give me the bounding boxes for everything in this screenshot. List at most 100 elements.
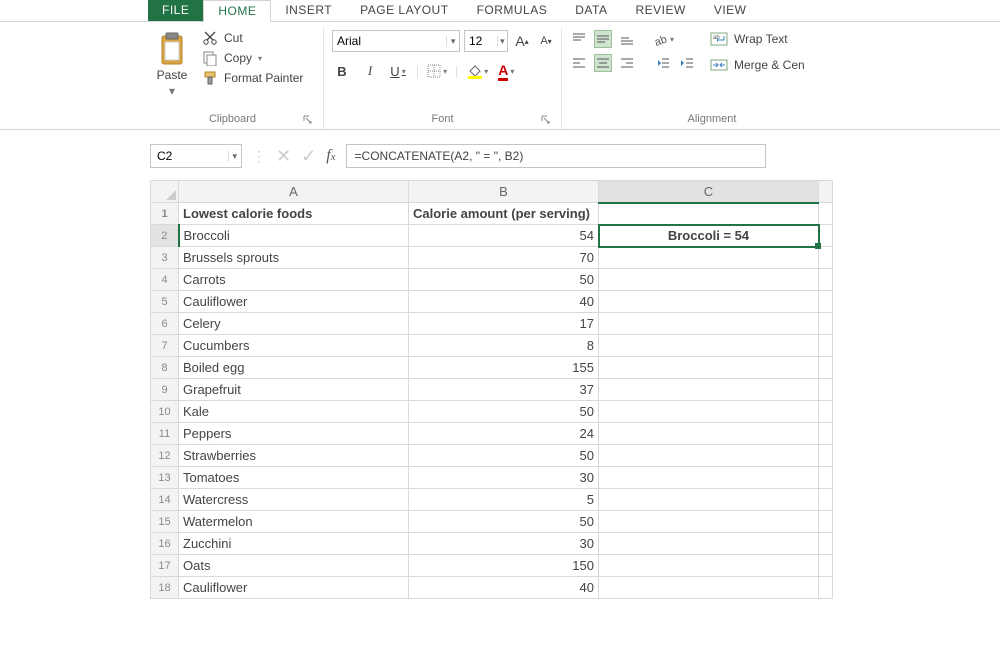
orientation-button[interactable]: ab	[654, 30, 674, 48]
cell[interactable]: 30	[409, 467, 599, 489]
tab-home[interactable]: HOME	[203, 0, 271, 22]
row-header[interactable]: 14	[151, 489, 179, 511]
cell[interactable]: Calorie amount (per serving)	[409, 203, 599, 225]
col-header-C[interactable]: C	[599, 181, 819, 203]
increase-indent-button[interactable]	[678, 54, 696, 72]
cell[interactable]	[819, 445, 833, 467]
cell[interactable]: Tomatoes	[179, 467, 409, 489]
tab-insert[interactable]: INSERT	[271, 0, 346, 21]
cell[interactable]	[599, 379, 819, 401]
col-header-A[interactable]: A	[179, 181, 409, 203]
cell[interactable]: Kale	[179, 401, 409, 423]
cell[interactable]: 5	[409, 489, 599, 511]
cell[interactable]: 54	[409, 225, 599, 247]
tab-formulas[interactable]: FORMULAS	[463, 0, 562, 21]
cell[interactable]	[599, 445, 819, 467]
row-header[interactable]: 17	[151, 555, 179, 577]
decrease-font-button[interactable]: A▾	[536, 30, 556, 52]
cell[interactable]: Grapefruit	[179, 379, 409, 401]
cell[interactable]: Zucchini	[179, 533, 409, 555]
underline-button[interactable]: U	[388, 60, 408, 82]
row-header[interactable]: 2	[151, 225, 179, 247]
cell[interactable]	[819, 467, 833, 489]
cell[interactable]	[599, 533, 819, 555]
cell[interactable]: Strawberries	[179, 445, 409, 467]
merge-center-button[interactable]: Merge & Cen	[710, 56, 805, 74]
select-all-corner[interactable]	[151, 181, 179, 203]
row-header[interactable]: 8	[151, 357, 179, 379]
cell[interactable]: Boiled egg	[179, 357, 409, 379]
align-right-button[interactable]	[618, 54, 636, 72]
paste-button[interactable]: Paste ▾	[150, 28, 194, 98]
cell[interactable]: Cucumbers	[179, 335, 409, 357]
row-header[interactable]: 9	[151, 379, 179, 401]
name-box[interactable]: ▾	[150, 144, 242, 168]
cell[interactable]: 50	[409, 511, 599, 533]
decrease-indent-button[interactable]	[654, 54, 672, 72]
row-header[interactable]: 18	[151, 577, 179, 599]
cell[interactable]	[599, 335, 819, 357]
col-header-extra[interactable]	[819, 181, 833, 203]
cell[interactable]	[599, 203, 819, 225]
cell[interactable]	[819, 203, 833, 225]
align-center-button[interactable]	[594, 54, 612, 72]
cell[interactable]: 50	[409, 445, 599, 467]
chevron-down-icon[interactable]: ▾	[446, 36, 459, 47]
cell[interactable]	[819, 379, 833, 401]
font-name-input[interactable]	[333, 34, 446, 48]
dialog-launcher-icon[interactable]	[303, 115, 313, 125]
row-header[interactable]: 1	[151, 203, 179, 225]
bold-button[interactable]: B	[332, 60, 352, 82]
cell[interactable]	[599, 511, 819, 533]
cell[interactable]	[599, 577, 819, 599]
cell[interactable]	[599, 489, 819, 511]
cell[interactable]: 50	[409, 269, 599, 291]
borders-button[interactable]	[427, 60, 447, 82]
font-name-combo[interactable]: ▾	[332, 30, 460, 52]
row-header[interactable]: 7	[151, 335, 179, 357]
row-header[interactable]: 13	[151, 467, 179, 489]
cell[interactable]: Watermelon	[179, 511, 409, 533]
cell[interactable]: 40	[409, 577, 599, 599]
cell[interactable]: 50	[409, 401, 599, 423]
cell[interactable]	[819, 269, 833, 291]
font-size-combo[interactable]: ▾	[464, 30, 508, 52]
cell[interactable]	[599, 357, 819, 379]
cell[interactable]: 155	[409, 357, 599, 379]
cell[interactable]	[599, 555, 819, 577]
cell[interactable]: 150	[409, 555, 599, 577]
cell[interactable]	[599, 247, 819, 269]
cell[interactable]	[819, 401, 833, 423]
row-header[interactable]: 12	[151, 445, 179, 467]
cell[interactable]	[819, 291, 833, 313]
cell[interactable]	[819, 357, 833, 379]
align-bottom-button[interactable]	[618, 30, 636, 48]
cell[interactable]: 24	[409, 423, 599, 445]
cell[interactable]: Cauliflower	[179, 291, 409, 313]
cell[interactable]: 37	[409, 379, 599, 401]
tab-review[interactable]: REVIEW	[621, 0, 699, 21]
format-painter-button[interactable]: Format Painter	[202, 70, 303, 86]
font-size-input[interactable]	[465, 34, 497, 48]
wrap-text-button[interactable]: ab Wrap Text	[710, 30, 805, 48]
row-header[interactable]: 4	[151, 269, 179, 291]
cell[interactable]: Celery	[179, 313, 409, 335]
name-box-input[interactable]	[151, 149, 228, 163]
tab-data[interactable]: DATA	[561, 0, 621, 21]
chevron-down-icon[interactable]: ▾	[497, 36, 507, 47]
cell[interactable]	[819, 533, 833, 555]
tab-view[interactable]: VIEW	[700, 0, 761, 21]
cell[interactable]: 17	[409, 313, 599, 335]
cell[interactable]	[819, 489, 833, 511]
cell[interactable]: 40	[409, 291, 599, 313]
cell[interactable]	[819, 577, 833, 599]
cell[interactable]: 30	[409, 533, 599, 555]
cell[interactable]: 70	[409, 247, 599, 269]
increase-font-button[interactable]: A▴	[512, 30, 532, 52]
copy-button[interactable]: Copy ▾	[202, 50, 303, 66]
row-header[interactable]: 5	[151, 291, 179, 313]
col-header-B[interactable]: B	[409, 181, 599, 203]
italic-button[interactable]: I	[360, 60, 380, 82]
row-header[interactable]: 11	[151, 423, 179, 445]
dialog-launcher-icon[interactable]	[541, 115, 551, 125]
